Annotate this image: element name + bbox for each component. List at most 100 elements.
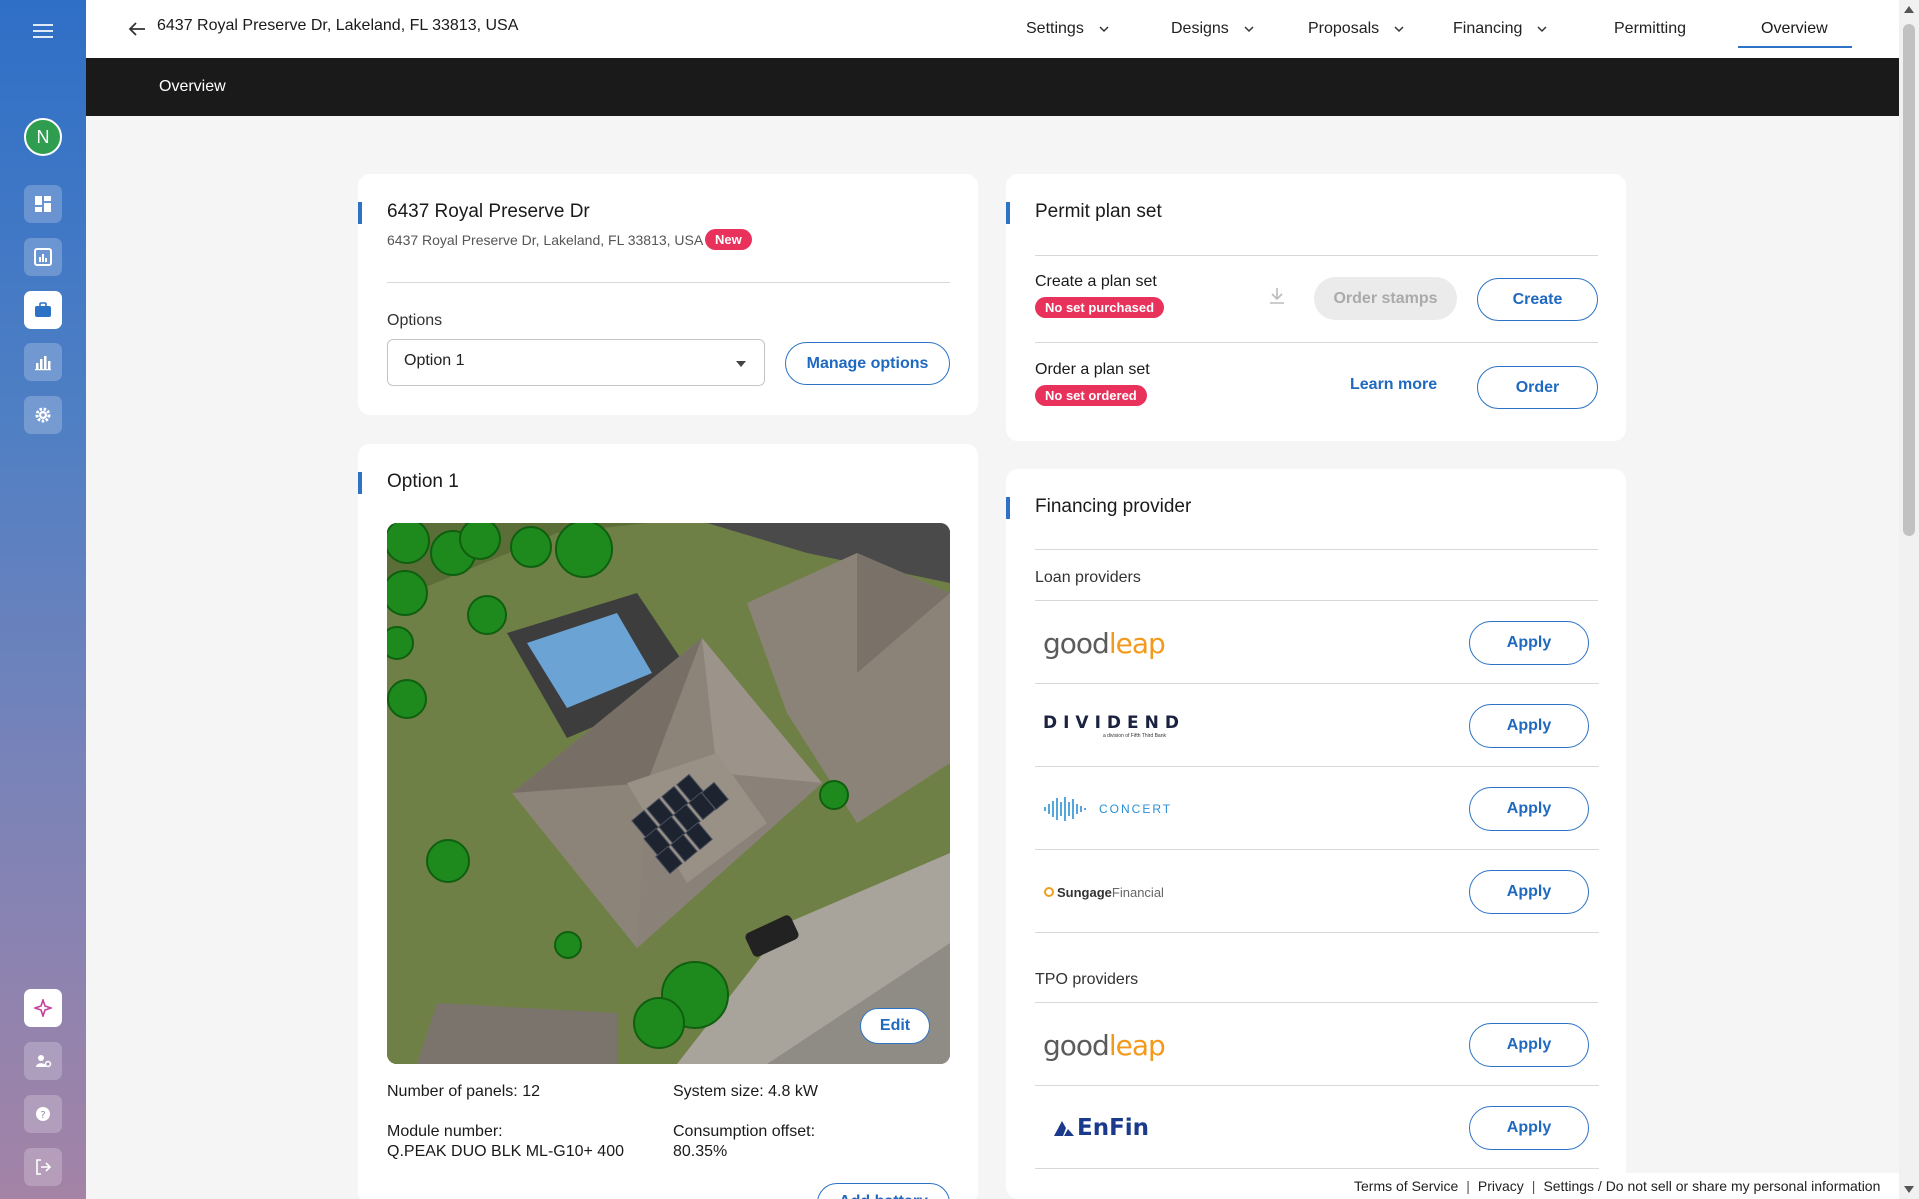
nav-settings[interactable]: Settings — [1026, 0, 1110, 58]
provider-row-goodleap: goodleap Apply — [1035, 601, 1599, 684]
divider — [1035, 342, 1598, 343]
sub-header: Overview — [86, 58, 1899, 116]
analytics-icon[interactable] — [24, 343, 62, 381]
apply-button[interactable]: Apply — [1469, 1106, 1589, 1150]
nav-overview-label: Overview — [1761, 20, 1828, 37]
dividend-logo: DIVIDEND a division of Fifth Third Bank — [1043, 706, 1185, 746]
settings-icon[interactable] — [24, 396, 62, 434]
avatar[interactable]: N — [24, 118, 62, 156]
apply-button[interactable]: Apply — [1469, 1023, 1589, 1067]
apply-button[interactable]: Apply — [1469, 870, 1589, 914]
nav-permitting-label: Permitting — [1614, 20, 1687, 37]
offset-label: Consumption offset: — [673, 1123, 816, 1140]
card-accent — [1006, 497, 1010, 519]
create-plan-title: Create a plan set — [1035, 273, 1157, 290]
separator: | — [1531, 1178, 1536, 1194]
chevron-down-icon — [1244, 26, 1254, 33]
order-stamps-button[interactable]: Order stamps — [1314, 277, 1457, 320]
create-plan-button[interactable]: Create — [1477, 278, 1598, 321]
privacy-link[interactable]: Privacy — [1478, 1178, 1524, 1194]
sub-header-title: Overview — [159, 78, 226, 95]
divider — [1035, 549, 1598, 550]
dividend-tagline: a division of Fifth Third Bank — [1103, 733, 1166, 739]
loan-providers-label: Loan providers — [1035, 569, 1141, 586]
project-address: 6437 Royal Preserve Dr, Lakeland, FL 338… — [387, 232, 704, 248]
financing-title: Financing provider — [1035, 496, 1192, 517]
project-title: 6437 Royal Preserve Dr — [387, 201, 590, 222]
sun-icon — [1044, 887, 1054, 897]
scroll-up-arrow-icon[interactable] — [1904, 6, 1914, 13]
chevron-down-icon — [1537, 26, 1547, 33]
separator: | — [1466, 1178, 1470, 1194]
edit-design-button[interactable]: Edit — [860, 1008, 930, 1044]
learn-more-link[interactable]: Learn more — [1350, 376, 1437, 394]
module-label: Module number: — [387, 1123, 503, 1140]
nav-permitting[interactable]: Permitting — [1614, 0, 1686, 58]
satellite-image — [387, 523, 950, 1064]
nav-overview[interactable]: Overview — [1761, 0, 1828, 58]
nav-financing[interactable]: Financing — [1453, 0, 1548, 58]
apply-button[interactable]: Apply — [1469, 704, 1589, 748]
logout-icon[interactable] — [24, 1148, 62, 1186]
nav-designs[interactable]: Designs — [1171, 0, 1255, 58]
order-plan-title: Order a plan set — [1035, 361, 1150, 378]
goodleap-logo-text: goodleap — [1043, 1028, 1166, 1062]
projects-icon[interactable] — [24, 291, 62, 329]
active-tab-indicator — [1738, 46, 1852, 48]
panels-value: 12 — [522, 1083, 540, 1100]
sungage-logo-suffix: Financial — [1111, 884, 1164, 900]
enfin-mark-icon — [1054, 1121, 1074, 1136]
card-accent — [358, 202, 362, 224]
status-badge: New — [705, 229, 752, 250]
goodleap-logo-text: goodleap — [1043, 626, 1166, 660]
card-accent — [358, 472, 362, 494]
page-title: 6437 Royal Preserve Dr, Lakeland, FL 338… — [157, 17, 519, 34]
help-icon[interactable]: ? — [24, 1095, 62, 1133]
module-stat: Module number: Q.PEAK DUO BLK ML-G10+ 40… — [387, 1122, 624, 1162]
menu-icon[interactable] — [31, 20, 55, 40]
panels-label: Number of panels: — [387, 1083, 518, 1100]
privacy-settings-link[interactable]: Settings / Do not sell or share my perso… — [1543, 1178, 1880, 1194]
option-card: Option 1 Edit Number of panels: 12 Syste… — [358, 444, 978, 1199]
apply-button[interactable]: Apply — [1469, 621, 1589, 665]
chevron-down-icon — [1394, 26, 1404, 33]
nav-proposals-label: Proposals — [1308, 20, 1380, 37]
sungage-logo: Sungage Financial — [1043, 872, 1164, 912]
enfin-logo: EnFin — [1053, 1108, 1149, 1148]
goodleap-logo: goodleap — [1043, 1025, 1166, 1065]
back-arrow-icon[interactable] — [126, 18, 148, 40]
enfin-logo-text: EnFin — [1077, 1115, 1150, 1141]
team-icon[interactable] — [24, 1042, 62, 1080]
apply-button[interactable]: Apply — [1469, 787, 1589, 831]
add-battery-button[interactable]: Add battery — [817, 1183, 950, 1199]
nav-settings-label: Settings — [1026, 20, 1084, 37]
dashboard-icon[interactable] — [24, 185, 62, 223]
card-accent — [1006, 202, 1010, 224]
financing-card: Financing provider Loan providers goodle… — [1006, 469, 1626, 1199]
scroll-down-arrow-icon[interactable] — [1904, 1186, 1914, 1193]
provider-row-sungage: Sungage Financial Apply — [1035, 850, 1599, 933]
reports-icon[interactable] — [24, 238, 62, 276]
chevron-down-icon — [736, 361, 746, 367]
system-size-stat: System size: 4.8 kW — [673, 1082, 818, 1102]
divider — [387, 282, 950, 283]
panels-stat: Number of panels: 12 — [387, 1082, 540, 1102]
nav-proposals[interactable]: Proposals — [1308, 0, 1405, 58]
svg-text:?: ? — [40, 1110, 45, 1121]
permit-card: Permit plan set Create a plan set No set… — [1006, 174, 1626, 441]
provider-row-goodleap-tpo: goodleap Apply — [1035, 1003, 1599, 1086]
scroll-thumb[interactable] — [1903, 24, 1915, 536]
provider-row-enfin: EnFin Apply — [1035, 1086, 1599, 1169]
top-bar: 6437 Royal Preserve Dr, Lakeland, FL 338… — [86, 0, 1899, 58]
manage-options-button[interactable]: Manage options — [785, 342, 950, 385]
order-plan-button[interactable]: Order — [1477, 366, 1598, 409]
option-select[interactable]: Option 1 — [387, 339, 765, 386]
dividend-logo-text: DIVIDEND — [1043, 713, 1185, 733]
page-scrollbar[interactable] — [1899, 0, 1919, 1199]
offset-value: 80.35% — [673, 1143, 728, 1160]
roof-design-map[interactable]: Edit — [387, 523, 950, 1064]
ai-assistant-icon[interactable] — [24, 989, 62, 1027]
chevron-down-icon — [1099, 26, 1109, 33]
divider — [1035, 255, 1598, 256]
terms-link[interactable]: Terms of Service — [1354, 1178, 1458, 1194]
